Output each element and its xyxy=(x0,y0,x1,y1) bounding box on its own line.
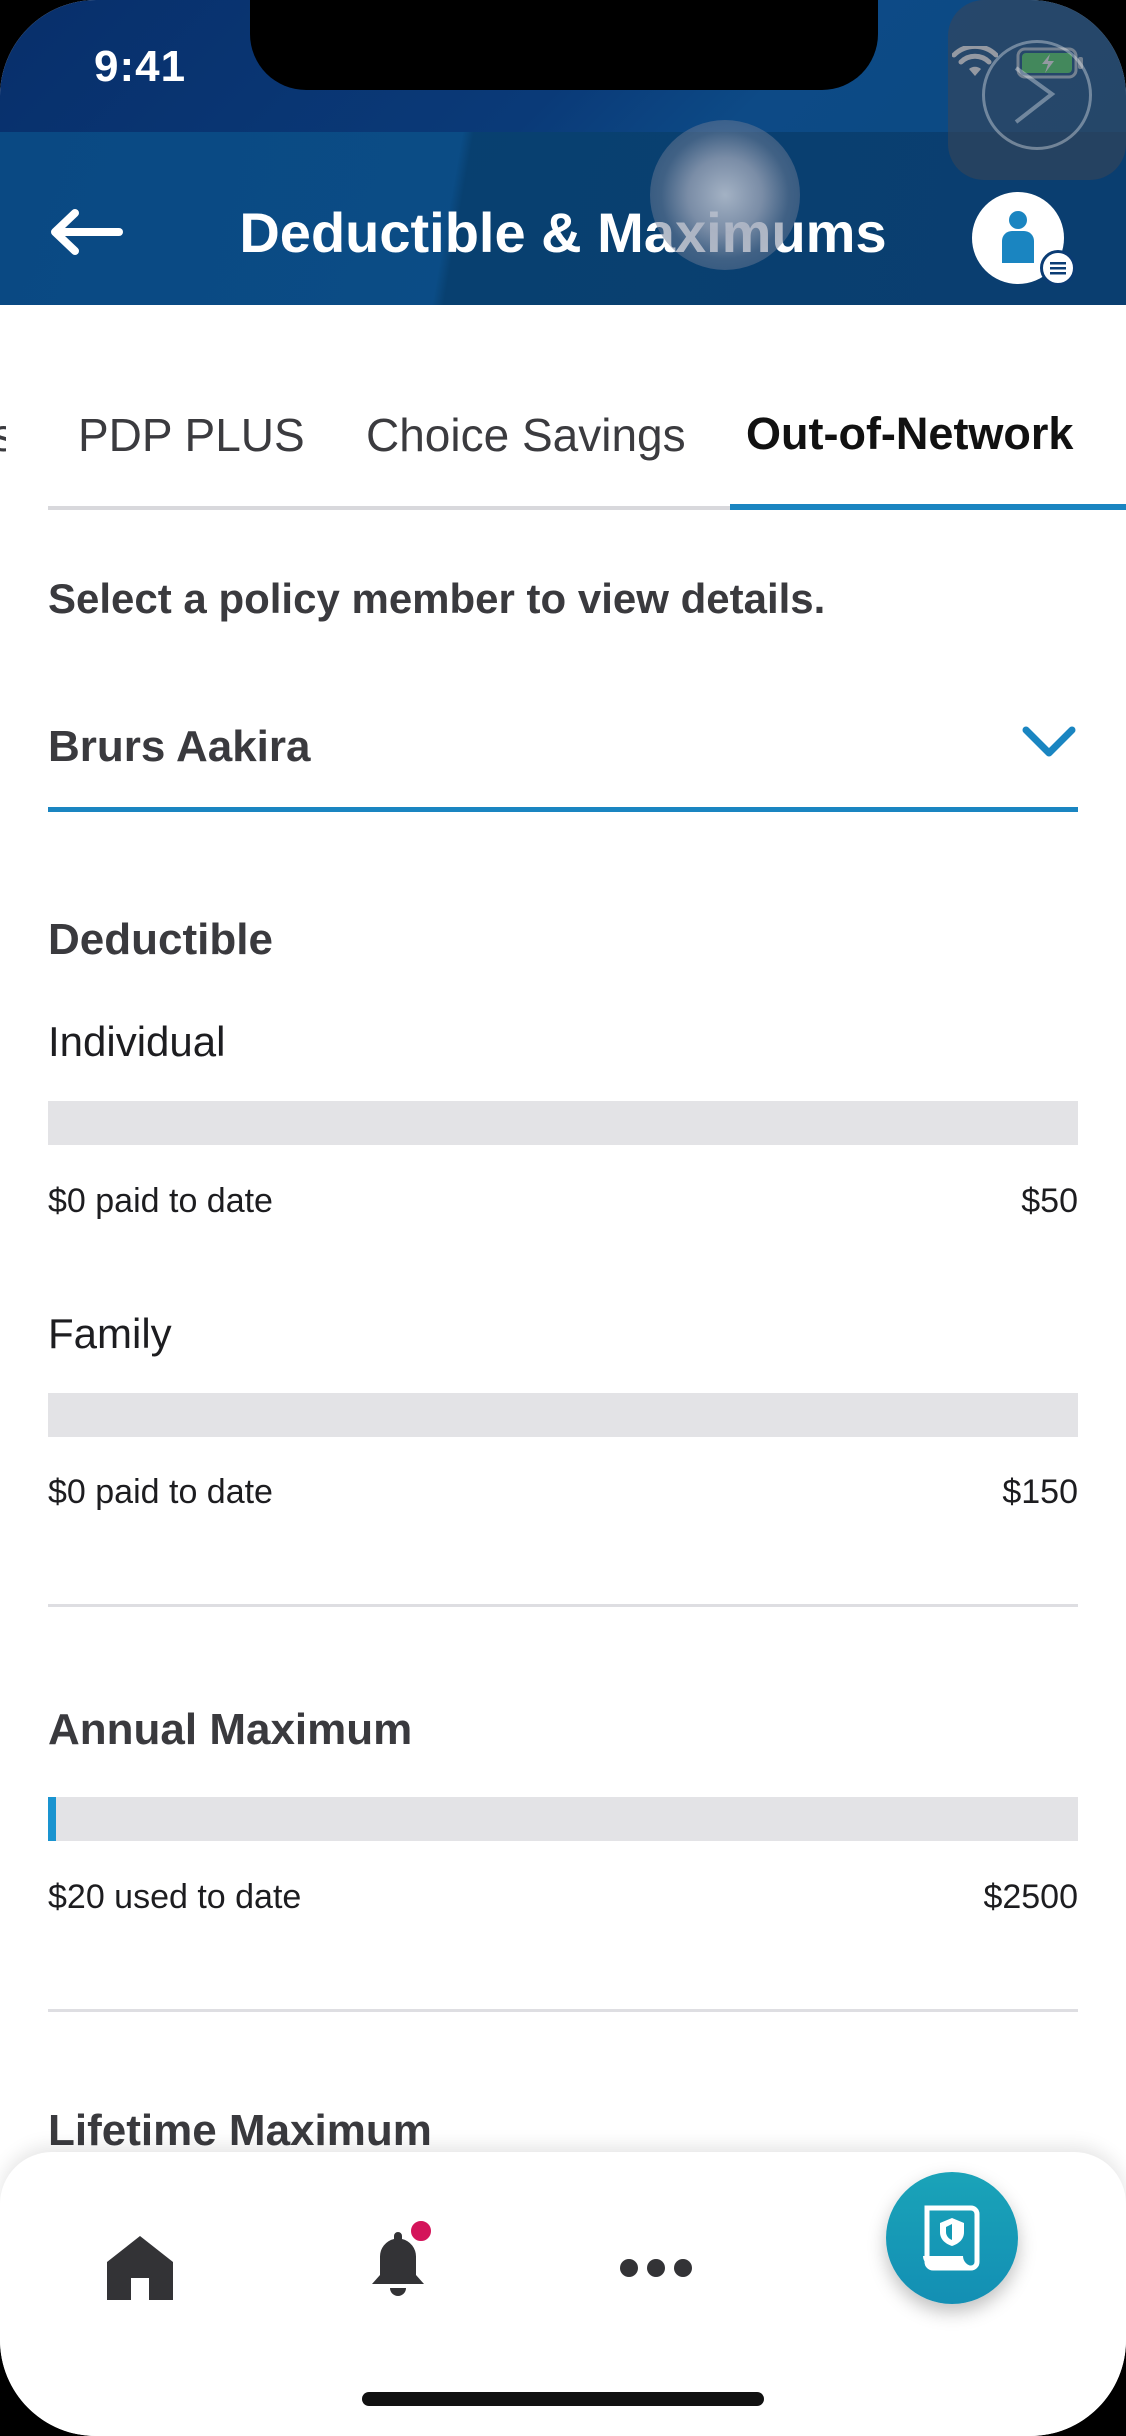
annual-maximum-title: Annual Maximum xyxy=(48,1705,413,1754)
annual-maximum-progress-bar xyxy=(48,1797,1078,1841)
page-title: Deductible & Maximums xyxy=(239,201,887,264)
lifetime-maximum-title: Lifetime Maximum xyxy=(48,2106,432,2155)
home-indicator xyxy=(362,2392,764,2406)
menu-lines-icon xyxy=(1050,262,1066,275)
nav-notifications[interactable] xyxy=(348,2214,448,2314)
individual-label: Individual xyxy=(48,1018,226,1065)
family-progress-bar xyxy=(48,1393,1078,1437)
member-dropdown[interactable]: Brurs Aakira xyxy=(48,700,1078,812)
family-limit: $150 xyxy=(1002,1473,1078,1511)
touch-indicator xyxy=(650,120,800,270)
header-bar: 9:41 Deductible & Maximums xyxy=(0,0,1126,305)
tab-out-of-network[interactable]: Out-of-Network xyxy=(746,408,1073,460)
section-divider xyxy=(48,1604,1078,1607)
individual-progress-bar xyxy=(48,1101,1078,1145)
annual-maximum-used: $20 used to date xyxy=(48,1878,302,1916)
id-card-fab-button[interactable] xyxy=(886,2172,1018,2304)
family-label: Family xyxy=(48,1310,172,1357)
tab-choice-savings[interactable]: Choice Savings xyxy=(366,408,686,462)
selected-member: Brurs Aakira xyxy=(48,722,311,771)
more-icon xyxy=(620,2259,692,2277)
app-screen: 9:41 Deductible & Maximums PDP PLUS Choi… xyxy=(0,0,1126,2436)
assistive-touch-button[interactable] xyxy=(948,0,1126,180)
individual-paid: $0 paid to date xyxy=(48,1182,273,1220)
plan-tabs: s PDP PLUS Choice Savings Out-of-Network xyxy=(0,380,1126,510)
individual-limit: $50 xyxy=(1021,1182,1078,1220)
deductible-title: Deductible xyxy=(48,915,273,964)
member-prompt: Select a policy member to view details. xyxy=(48,575,826,622)
id-card-icon xyxy=(923,2205,980,2271)
family-paid: $0 paid to date xyxy=(48,1473,273,1511)
annual-maximum-limit: $2500 xyxy=(983,1878,1078,1916)
status-time: 9:41 xyxy=(94,42,187,91)
nav-home[interactable] xyxy=(90,2218,190,2318)
tab-previous-partial[interactable]: s xyxy=(0,408,6,462)
tabs-active-indicator xyxy=(730,504,1126,510)
tab-pdp-plus[interactable]: PDP PLUS xyxy=(78,408,305,462)
device-notch xyxy=(250,0,878,90)
profile-menu-badge xyxy=(1040,250,1076,286)
nav-more[interactable] xyxy=(606,2218,706,2318)
chevron-down-icon xyxy=(1022,726,1076,757)
section-divider xyxy=(48,2009,1078,2012)
home-icon xyxy=(107,2236,173,2300)
annual-maximum-progress-fill xyxy=(48,1797,57,1841)
person-icon xyxy=(1002,211,1034,263)
notification-dot xyxy=(408,2218,434,2244)
